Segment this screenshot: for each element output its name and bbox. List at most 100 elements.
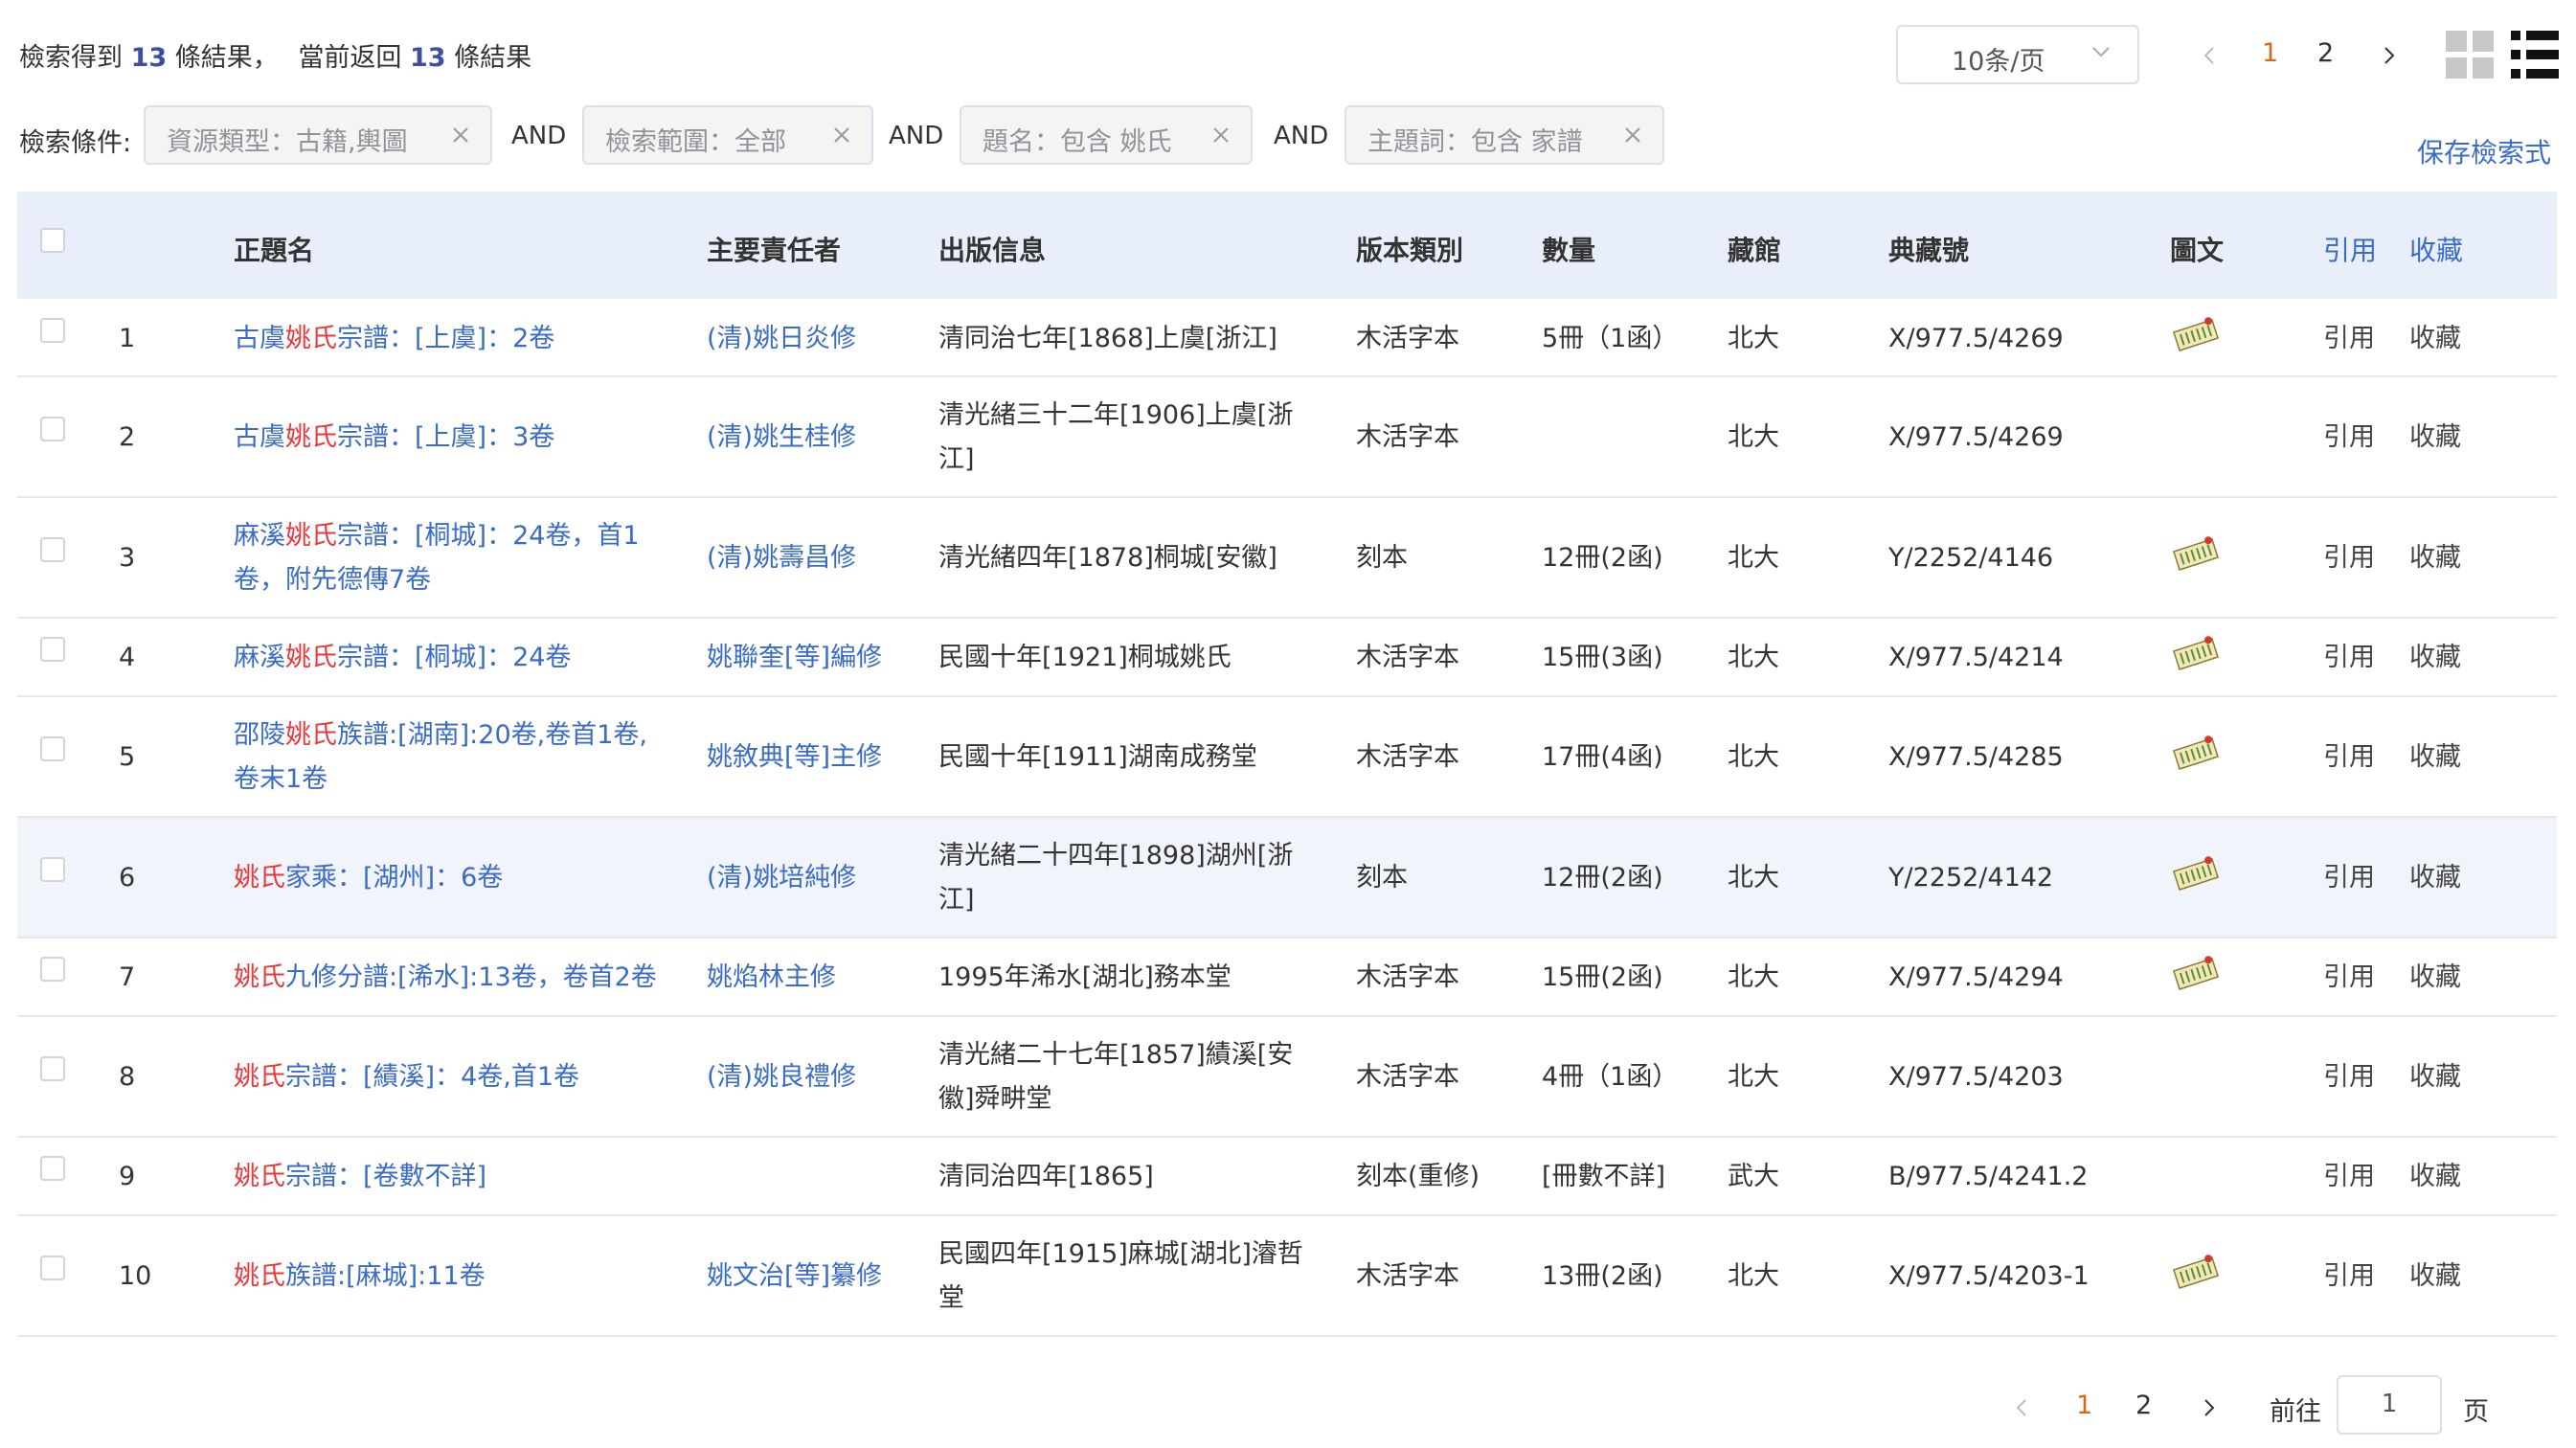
record-title-link[interactable]: 邵陵姚氏族譜:[湖南]:20卷,卷首1卷, 卷末1卷: [234, 713, 684, 802]
prev-page-icon[interactable]: [2011, 1396, 2034, 1419]
library: 北大: [1728, 543, 1779, 573]
next-page-icon[interactable]: [2197, 1396, 2220, 1419]
collect-link[interactable]: 收藏: [2409, 416, 2461, 460]
author-link[interactable]: (清)姚培純修: [707, 856, 856, 900]
row-checkbox[interactable]: [40, 318, 65, 343]
publication-info: 清光緒二十四年[1898]湖州[浙 江]: [938, 834, 1341, 922]
pub-line1: 清光緒二十四年[1898]湖州[浙: [938, 841, 1294, 871]
row-checkbox[interactable]: [40, 637, 65, 662]
cite-link[interactable]: 引用: [2323, 636, 2375, 680]
grid-view-icon[interactable]: [2446, 31, 2494, 79]
col-publication: 出版信息: [938, 235, 1047, 266]
row-checkbox[interactable]: [40, 1256, 65, 1280]
page-size-select[interactable]: 10条/页: [1896, 25, 2139, 84]
collect-link[interactable]: 收藏: [2409, 317, 2461, 361]
row-checkbox[interactable]: [40, 1056, 65, 1081]
goto-page-input[interactable]: 1: [2337, 1375, 2442, 1435]
call-number: X/977.5/4203: [1888, 1062, 2064, 1092]
collect-all-link[interactable]: 收藏: [2409, 230, 2463, 268]
record-title-link[interactable]: 古虞姚氏宗譜：[上虞]：2卷: [234, 317, 684, 361]
collect-link[interactable]: 收藏: [2409, 636, 2461, 680]
page-1-link[interactable]: 1: [2076, 1391, 2092, 1420]
page-2-link[interactable]: 2: [2135, 1391, 2152, 1420]
author-link[interactable]: 姚文治[等]纂修: [707, 1255, 882, 1299]
cite-link[interactable]: 引用: [2323, 1255, 2375, 1299]
page-1-link[interactable]: 1: [2262, 38, 2278, 68]
collect-link[interactable]: 收藏: [2409, 1155, 2461, 1199]
title-highlight: 姚氏: [234, 962, 285, 992]
collect-link[interactable]: 收藏: [2409, 1255, 2461, 1299]
condition-chip: 檢索範圍：全部: [582, 105, 873, 165]
cite-link[interactable]: 引用: [2323, 536, 2375, 580]
call-number: X/977.5/4269: [1888, 324, 2064, 353]
row-checkbox[interactable]: [40, 417, 65, 441]
cite-link[interactable]: 引用: [2323, 1155, 2375, 1199]
author-link[interactable]: (清)姚良禮修: [707, 1055, 856, 1099]
scroll-image-icon[interactable]: [2170, 955, 2222, 993]
cite-link[interactable]: 引用: [2323, 956, 2375, 1000]
publication-info: 清同治七年[1868]上虞[浙江]: [938, 317, 1341, 361]
table-row: 6 姚氏家乘：[湖州]：6卷 (清)姚培純修 清光緒二十四年[1898]湖州[浙 江] 刻…: [17, 818, 2557, 939]
chip-text: 資源類型：古籍,輿圖: [167, 127, 408, 157]
scroll-image-icon[interactable]: [2170, 735, 2222, 773]
record-title-link[interactable]: 姚氏族譜:[麻城]:11卷: [234, 1255, 684, 1299]
collect-link[interactable]: 收藏: [2409, 1055, 2461, 1099]
record-title-link[interactable]: 古虞姚氏宗譜：[上虞]：3卷: [234, 416, 684, 460]
row-checkbox[interactable]: [40, 957, 65, 982]
select-all-checkbox[interactable]: [40, 228, 65, 253]
next-page-icon[interactable]: [2377, 44, 2400, 67]
cite-link[interactable]: 引用: [2323, 856, 2375, 900]
author-link[interactable]: 姚敘典[等]主修: [707, 735, 882, 780]
close-icon[interactable]: [1209, 123, 1233, 147]
condition-chip: 題名：包含 姚氏: [960, 105, 1253, 165]
collect-link[interactable]: 收藏: [2409, 735, 2461, 780]
title-prefix: 麻溪: [234, 521, 285, 551]
call-number: X/977.5/4214: [1888, 643, 2064, 672]
author-link[interactable]: (清)姚生桂修: [707, 416, 856, 460]
record-title-link[interactable]: 姚氏家乘：[湖州]：6卷: [234, 856, 684, 900]
row-checkbox[interactable]: [40, 1156, 65, 1181]
cite-link[interactable]: 引用: [2323, 317, 2375, 361]
record-title-link[interactable]: 麻溪姚氏宗譜：[桐城]：24卷，首1 卷，附先德傳7卷: [234, 514, 684, 602]
row-checkbox[interactable]: [40, 537, 65, 562]
author-link[interactable]: (清)姚日炎修: [707, 317, 856, 361]
collect-link[interactable]: 收藏: [2409, 856, 2461, 900]
row-checkbox[interactable]: [40, 857, 65, 882]
collect-link[interactable]: 收藏: [2409, 536, 2461, 580]
scroll-image-icon[interactable]: [2170, 1254, 2222, 1292]
author-link[interactable]: 姚聯奎[等]編修: [707, 636, 882, 680]
close-icon[interactable]: [448, 123, 473, 147]
author-link[interactable]: (清)姚壽昌修: [707, 536, 856, 580]
scroll-image-icon[interactable]: [2170, 855, 2222, 894]
quantity: 15冊(3函): [1542, 643, 1663, 672]
record-title-link[interactable]: 姚氏九修分譜:[浠水]:13卷，卷首2卷: [234, 956, 684, 1000]
prev-page-icon[interactable]: [2199, 44, 2222, 67]
quantity: 17冊(4函): [1542, 742, 1663, 772]
call-number: X/977.5/4203-1: [1888, 1261, 2090, 1291]
publication-info: 清光緒二十七年[1857]績溪[安 徽]舜畊堂: [938, 1033, 1341, 1121]
row-number: 2: [119, 422, 136, 452]
cite-link[interactable]: 引用: [2323, 416, 2375, 460]
save-search-link[interactable]: 保存檢索式: [2417, 132, 2551, 170]
title-suffix: 宗譜：[績溪]：4卷,首1卷: [285, 1062, 580, 1092]
list-view-icon[interactable]: [2511, 31, 2559, 79]
scroll-image-icon[interactable]: [2170, 316, 2222, 354]
close-icon[interactable]: [829, 123, 854, 147]
table-row: 3 麻溪姚氏宗譜：[桐城]：24卷，首1 卷，附先德傳7卷 (清)姚壽昌修 清光緒四年[…: [17, 498, 2557, 619]
page-2-link[interactable]: 2: [2317, 38, 2334, 68]
pub-line1: 清光緒三十二年[1906]上虞[浙: [938, 400, 1294, 430]
close-icon[interactable]: [1620, 123, 1645, 147]
cite-link[interactable]: 引用: [2323, 1055, 2375, 1099]
cite-all-link[interactable]: 引用: [2323, 230, 2377, 268]
record-title-link[interactable]: 姚氏宗譜：[卷數不詳]: [234, 1155, 684, 1199]
record-title-link[interactable]: 麻溪姚氏宗譜：[桐城]：24卷: [234, 636, 684, 680]
scroll-image-icon[interactable]: [2170, 535, 2222, 574]
author-link[interactable]: 姚焰林主修: [707, 956, 836, 1000]
row-checkbox[interactable]: [40, 736, 65, 761]
table-row: 2 古虞姚氏宗譜：[上虞]：3卷 (清)姚生桂修 清光緒三十二年[1906]上虞[浙江…: [17, 377, 2557, 498]
summary-text: 條結果: [454, 43, 532, 73]
scroll-image-icon[interactable]: [2170, 635, 2222, 673]
record-title-link[interactable]: 姚氏宗譜：[績溪]：4卷,首1卷: [234, 1055, 684, 1099]
cite-link[interactable]: 引用: [2323, 735, 2375, 780]
collect-link[interactable]: 收藏: [2409, 956, 2461, 1000]
